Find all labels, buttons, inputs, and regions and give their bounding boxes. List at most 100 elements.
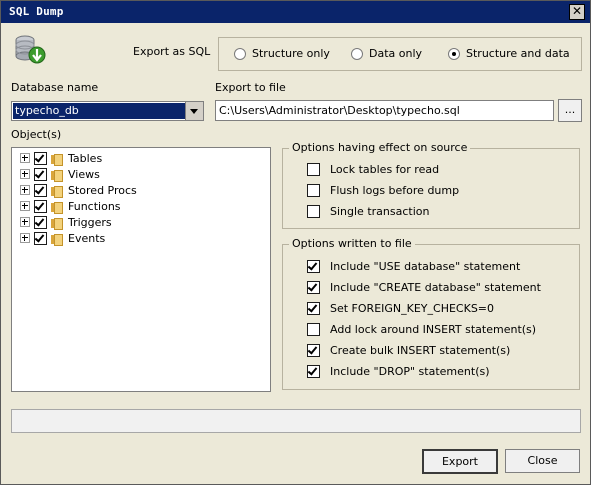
checkbox[interactable] [34, 151, 47, 165]
checkmark-icon [307, 281, 318, 292]
checkbox[interactable] [34, 231, 47, 245]
checkmark-icon [307, 302, 318, 313]
checkbox[interactable] [34, 167, 47, 181]
radio-circle[interactable] [448, 47, 460, 60]
folder-icon [51, 217, 63, 230]
checkbox[interactable] [307, 260, 320, 273]
checkbox[interactable] [34, 199, 47, 213]
checkbox[interactable] [307, 205, 320, 218]
source-options-group: Options having effect on source Lock tab… [282, 141, 580, 229]
radio-data-only[interactable]: Data only [351, 47, 422, 60]
file-options-group: Options written to file Include "USE dat… [282, 237, 580, 390]
sql-dump-dialog: SQL Dump ✕ Export as SQL Structure only … [0, 0, 591, 485]
option-bulk-insert[interactable]: Create bulk INSERT statement(s) [307, 344, 510, 357]
file-options-title: Options written to file [289, 237, 415, 250]
option-lock-around-insert[interactable]: Add lock around INSERT statement(s) [307, 323, 536, 336]
checkbox[interactable] [307, 302, 320, 315]
database-export-icon [15, 35, 46, 64]
checkbox[interactable] [34, 183, 47, 197]
database-select-value: typecho_db [13, 103, 185, 119]
tree-item-label: Functions [68, 199, 121, 213]
export-button[interactable]: Export [422, 449, 498, 474]
option-single-transaction[interactable]: Single transaction [307, 205, 429, 218]
option-label: Single transaction [330, 205, 430, 218]
option-label: Set FOREIGN_KEY_CHECKS=0 [330, 302, 495, 315]
progress-bar [11, 409, 581, 433]
objects-tree[interactable]: Tables Views Stored Procs Functions Trig… [11, 147, 271, 392]
folder-icon [51, 153, 63, 166]
checkmark-icon [307, 365, 318, 376]
close-window-button[interactable]: ✕ [569, 4, 585, 20]
option-label: Include "DROP" statement(s) [330, 365, 490, 378]
tree-item-label: Triggers [68, 215, 112, 229]
checkmark-icon [34, 167, 45, 179]
expand-icon[interactable] [20, 185, 30, 195]
source-options-title: Options having effect on source [289, 141, 471, 154]
checkbox[interactable] [307, 184, 320, 197]
expand-icon[interactable] [20, 201, 30, 211]
tree-item-label: Tables [68, 151, 103, 165]
radio-circle[interactable] [234, 47, 246, 60]
expand-icon[interactable] [20, 153, 30, 163]
chevron-down-icon[interactable] [185, 102, 203, 120]
browse-button[interactable]: ... [558, 99, 582, 122]
option-label: Create bulk INSERT statement(s) [330, 344, 511, 357]
tree-item-events[interactable]: Events [20, 230, 105, 246]
radio-structure-and-data[interactable]: Structure and data [448, 47, 570, 60]
checkbox[interactable] [307, 281, 320, 294]
checkbox[interactable] [307, 365, 320, 378]
checkmark-icon [34, 231, 45, 243]
option-label: Lock tables for read [330, 163, 440, 176]
folder-icon [51, 185, 63, 198]
folder-icon [51, 169, 63, 182]
option-include-drop[interactable]: Include "DROP" statement(s) [307, 365, 490, 378]
folder-icon [51, 233, 63, 246]
checkbox[interactable] [307, 323, 320, 336]
radio-selected-dot [452, 51, 456, 56]
radio-structure-only-label: Structure only [252, 47, 330, 60]
option-foreign-key-checks[interactable]: Set FOREIGN_KEY_CHECKS=0 [307, 302, 494, 315]
checkbox[interactable] [34, 215, 47, 229]
option-label: Add lock around INSERT statement(s) [330, 323, 537, 336]
expand-icon[interactable] [20, 169, 30, 179]
checkbox[interactable] [307, 163, 320, 176]
tree-item-stored-procs[interactable]: Stored Procs [20, 182, 137, 198]
radio-structure-and-data-label: Structure and data [466, 47, 570, 60]
tree-item-functions[interactable]: Functions [20, 198, 121, 214]
checkmark-icon [34, 215, 45, 227]
checkmark-icon [307, 260, 318, 271]
expand-icon[interactable] [20, 233, 30, 243]
export-as-label: Export as SQL [133, 45, 211, 58]
checkmark-icon [34, 151, 45, 163]
tree-item-label: Events [68, 231, 106, 245]
checkmark-icon [34, 199, 45, 211]
option-flush-logs[interactable]: Flush logs before dump [307, 184, 459, 197]
radio-circle[interactable] [351, 47, 363, 60]
tree-item-label: Views [68, 167, 100, 181]
expand-icon[interactable] [20, 217, 30, 227]
export-mode-group: Structure only Data only Structure and d… [218, 37, 582, 71]
radio-data-only-label: Data only [369, 47, 423, 60]
option-label: Include "USE database" statement [330, 260, 521, 273]
tree-item-label: Stored Procs [68, 183, 137, 197]
radio-structure-only[interactable]: Structure only [234, 47, 330, 60]
close-button[interactable]: Close [505, 449, 580, 473]
database-name-label: Database name [11, 81, 99, 94]
folder-icon [51, 201, 63, 214]
tree-item-triggers[interactable]: Triggers [20, 214, 112, 230]
window-title: SQL Dump [9, 5, 64, 18]
option-lock-tables[interactable]: Lock tables for read [307, 163, 439, 176]
tree-item-views[interactable]: Views [20, 166, 100, 182]
title-bar[interactable]: SQL Dump ✕ [1, 1, 590, 23]
objects-label: Object(s) [11, 128, 62, 141]
option-label: Include "CREATE database" statement [330, 281, 541, 294]
option-include-use-database[interactable]: Include "USE database" statement [307, 260, 520, 273]
checkbox[interactable] [307, 344, 320, 357]
option-label: Flush logs before dump [330, 184, 460, 197]
export-file-path-input[interactable]: C:\Users\Administrator\Desktop\typecho.s… [215, 100, 554, 121]
checkmark-icon [307, 344, 318, 355]
export-to-file-label: Export to file [215, 81, 286, 94]
database-select[interactable]: typecho_db [11, 101, 204, 121]
option-include-create-database[interactable]: Include "CREATE database" statement [307, 281, 541, 294]
tree-item-tables[interactable]: Tables [20, 150, 102, 166]
